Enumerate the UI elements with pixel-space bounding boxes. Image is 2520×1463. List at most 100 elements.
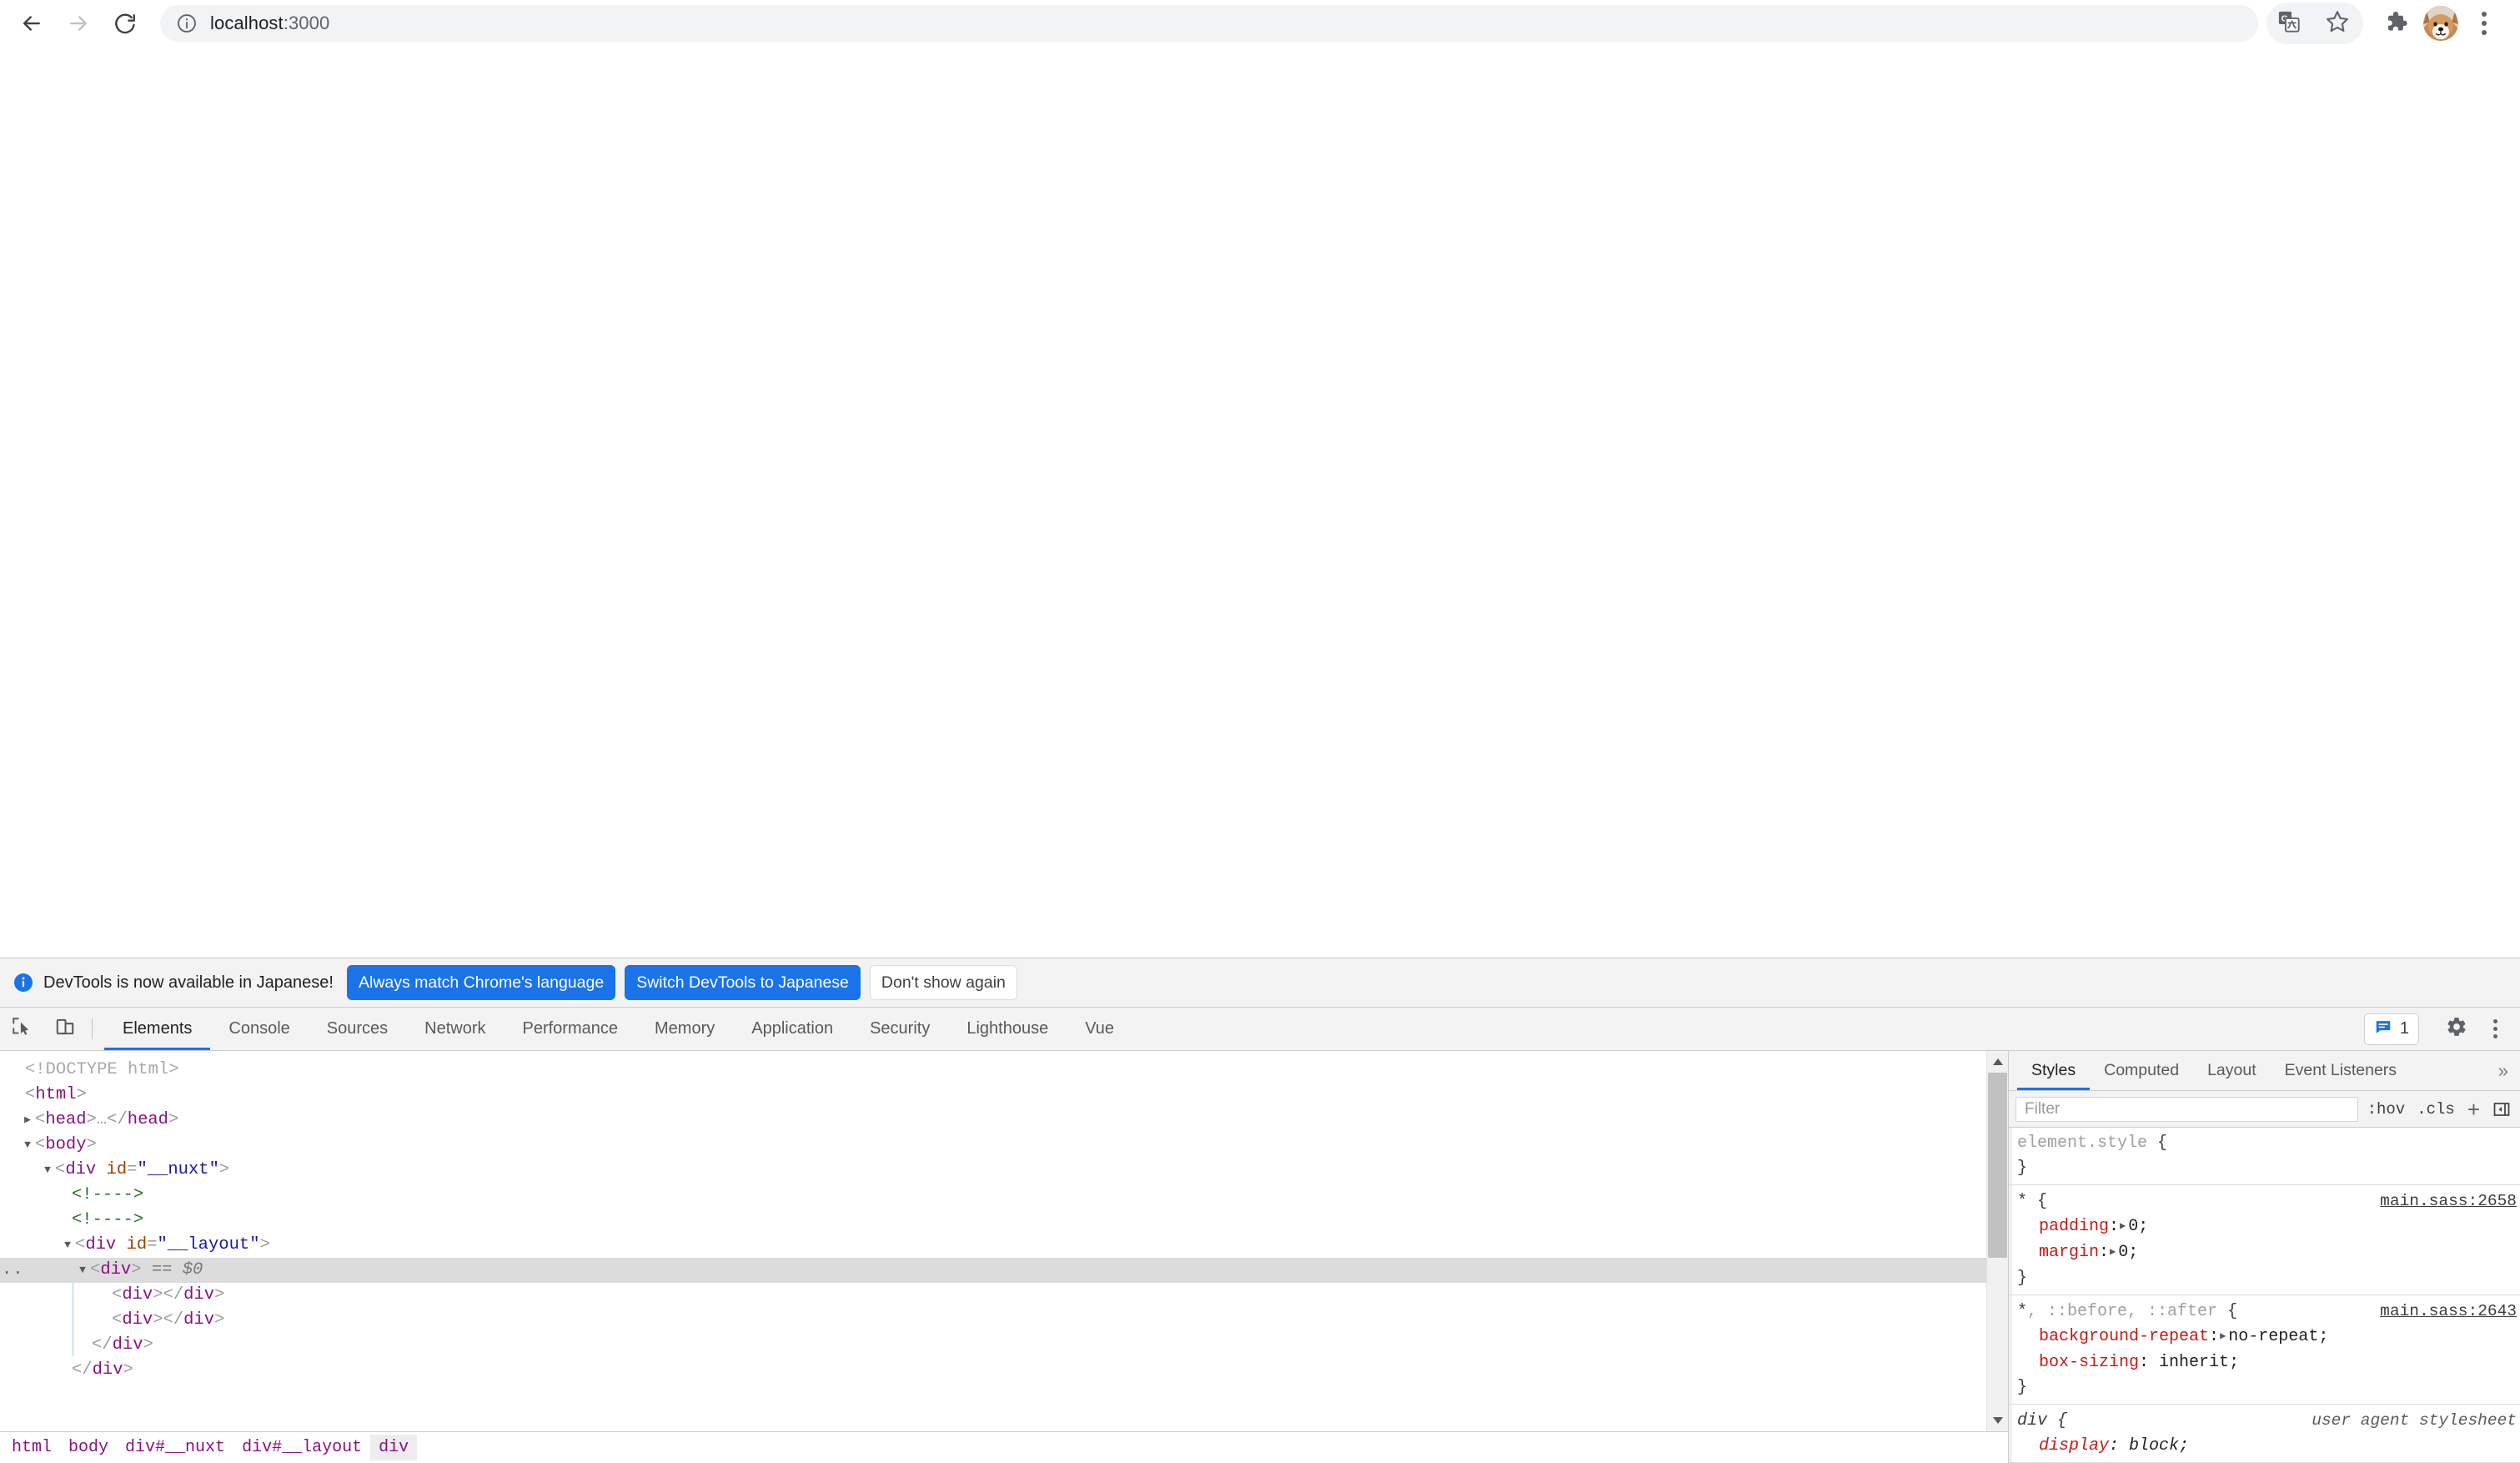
inspect-element-button[interactable] [0,1008,43,1050]
expand-shorthand-icon[interactable]: ▶ [2120,1214,2126,1239]
breadcrumb-item-html[interactable]: html [3,1435,60,1460]
scrollbar-track[interactable] [1987,1073,2008,1410]
css-property[interactable]: display [2039,1436,2109,1455]
new-style-rule-button[interactable]: + [2464,1099,2483,1120]
style-rule-universal[interactable]: * { main.sass:2658 padding:▶ 0; margin:▶ 0… [2009,1185,2520,1295]
dom-node-close[interactable]: </div> [0,1358,1986,1383]
tab-computed[interactable]: Computed [2090,1051,2193,1090]
issues-badge[interactable]: 1 [2363,1013,2419,1045]
tab-layout[interactable]: Layout [2193,1051,2271,1090]
tab-elements[interactable]: Elements [104,1008,211,1050]
css-declaration[interactable]: box-sizing: inherit; [2017,1350,2520,1375]
node-ellipsis-marker[interactable]: .. [2,1258,24,1283]
devtools-menu-button[interactable] [2478,1013,2512,1046]
scroll-down-arrow-icon[interactable] [1987,1410,2009,1431]
switch-devtools-to-japanese-button[interactable]: Switch DevTools to Japanese [625,965,861,1000]
tab-security[interactable]: Security [851,1008,948,1050]
dom-node-text: </div> [72,1360,133,1380]
twisty-expanded-icon[interactable]: ▼ [20,1133,35,1158]
dom-node-nuxt[interactable]: ▼ <div id="__nuxt"> [0,1158,1986,1183]
css-declaration[interactable]: display: block; [2017,1434,2520,1459]
styles-tabs-overflow-button[interactable]: » [2487,1051,2520,1090]
tab-network[interactable]: Network [406,1008,504,1050]
css-declaration[interactable]: padding:▶ 0; [2017,1214,2520,1240]
toggle-element-classes-button[interactable]: .cls [2414,1100,2457,1119]
css-declaration[interactable]: background-repeat:▶ no-repeat; [2017,1325,2520,1350]
profile-avatar[interactable] [2423,6,2458,41]
dom-node-close[interactable]: </div> [0,1333,1986,1358]
tab-lighthouse[interactable]: Lighthouse [948,1008,1067,1050]
breadcrumb-item-body[interactable]: body [60,1435,117,1460]
styles-rules-list[interactable]: element.style { } * { main.sass:2658 pad… [2009,1128,2520,1463]
css-property[interactable]: padding [2039,1217,2109,1236]
css-value[interactable]: inherit [2159,1353,2229,1372]
rule-gutter [2009,1128,2012,1184]
tab-memory[interactable]: Memory [636,1008,733,1050]
dom-node-selected[interactable]: .. ▼ <div> == $0 [0,1258,1986,1283]
rule-selector-suffix[interactable]: , ::before, ::after [2027,1300,2217,1325]
dom-node-body[interactable]: ▼ <body> [0,1133,1986,1158]
dom-node-comment[interactable]: <!----> [0,1208,1986,1233]
reload-button[interactable] [102,0,148,47]
styles-filter-input[interactable]: Filter [2015,1096,2358,1122]
rule-source-link[interactable]: main.sass:2643 [2380,1299,2520,1324]
css-property[interactable]: box-sizing [2039,1353,2139,1372]
rule-source-link[interactable]: main.sass:2658 [2380,1189,2520,1214]
css-value[interactable]: no-repeat [2228,1327,2318,1346]
bookmark-button[interactable] [2312,3,2363,44]
dont-show-again-button[interactable]: Don't show again [869,965,1017,1000]
toggle-pseudo-states-button[interactable]: :hov [2365,1100,2408,1119]
info-circle-icon [13,973,33,993]
style-rule-div-user-agent[interactable]: div { user agent stylesheet display: blo… [2009,1405,2520,1463]
browser-menu-button[interactable] [2465,3,2503,44]
tab-sources[interactable]: Sources [309,1008,406,1050]
rule-selector[interactable]: element.style [2017,1131,2147,1156]
css-property[interactable]: margin [2039,1243,2099,1262]
dom-node-head[interactable]: ▶ <head>…</head> [0,1108,1986,1133]
scrollbar-thumb[interactable] [1988,1073,2007,1259]
always-match-chrome-language-button[interactable]: Always match Chrome's language [346,965,616,1000]
tab-event-listeners[interactable]: Event Listeners [2271,1051,2411,1090]
css-property[interactable]: background-repeat [2039,1327,2209,1346]
translate-button[interactable]: G [2266,3,2312,44]
dom-node-html[interactable]: ▶ <html> [0,1083,1986,1108]
rule-selector[interactable]: * [2017,1189,2027,1214]
twisty-expanded-icon[interactable]: ▼ [60,1233,75,1258]
breadcrumb-item-layout[interactable]: div#__layout [233,1435,370,1460]
twisty-expanded-icon[interactable]: ▼ [40,1158,55,1183]
devtools-settings-button[interactable] [2435,1016,2478,1042]
tab-console[interactable]: Console [210,1008,308,1050]
device-toolbar-toggle[interactable] [43,1008,87,1050]
style-rule-universal-pseudo[interactable]: *, ::before, ::after { main.sass:2643 ba… [2009,1295,2520,1405]
dom-node-layout[interactable]: ▼ <div id="__layout"> [0,1233,1986,1258]
scroll-up-arrow-icon[interactable] [1987,1051,2009,1073]
dom-node-child[interactable]: <div></div> [0,1283,1986,1308]
address-bar[interactable]: localhost:3000 [160,5,2258,42]
tab-vue[interactable]: Vue [1067,1008,1132,1050]
dom-node-comment[interactable]: <!----> [0,1183,1986,1208]
rule-selector[interactable]: * [2017,1300,2027,1325]
rule-selector[interactable]: div [2017,1409,2047,1434]
breadcrumb-item-div[interactable]: div [370,1435,418,1460]
dom-node-child[interactable]: <div></div> [0,1308,1986,1333]
panel-collapse-icon[interactable] [2490,1098,2513,1121]
css-declaration[interactable]: margin:▶ 0; [2017,1240,2520,1266]
dom-tree[interactable]: ▶ <!DOCTYPE html> ▶ <html> ▶ <head>…</he… [0,1051,1986,1431]
tab-styles[interactable]: Styles [2017,1051,2091,1090]
style-rule-element-style[interactable]: element.style { } [2009,1128,2520,1185]
twisty-expanded-icon[interactable]: ▼ [75,1258,90,1283]
extensions-button[interactable] [2375,3,2417,44]
twisty-collapsed-icon[interactable]: ▶ [20,1108,35,1133]
dom-tree-scrollbar[interactable] [1986,1051,2008,1431]
dom-node-doctype[interactable]: ▶ <!DOCTYPE html> [0,1058,1986,1083]
css-value[interactable]: block [2129,1436,2179,1455]
breadcrumb-item-nuxt[interactable]: div#__nuxt [117,1435,233,1460]
tab-performance[interactable]: Performance [505,1008,637,1050]
tab-application[interactable]: Application [733,1008,851,1050]
expand-shorthand-icon[interactable]: ▶ [2220,1324,2226,1349]
css-value[interactable]: 0 [2128,1217,2138,1236]
css-value[interactable]: 0 [2118,1243,2128,1262]
back-button[interactable] [8,0,55,47]
expand-shorthand-icon[interactable]: ▶ [2110,1239,2116,1264]
site-info-icon[interactable] [175,12,198,35]
